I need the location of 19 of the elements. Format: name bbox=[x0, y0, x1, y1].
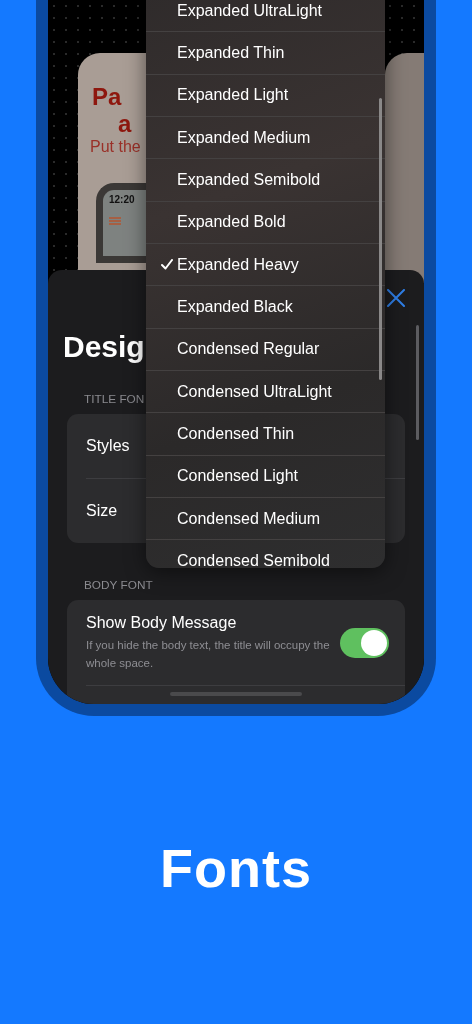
preview-title: Pa bbox=[92, 83, 123, 111]
close-button[interactable] bbox=[387, 289, 405, 307]
toggle-switch[interactable] bbox=[340, 627, 389, 658]
setting-label: Show Body Message bbox=[86, 613, 238, 633]
section-header: BODY FONT bbox=[84, 577, 153, 593]
menu-item[interactable]: Condensed Semibold bbox=[146, 540, 385, 568]
caption: Fonts bbox=[159, 838, 313, 898]
time-label: 12:20 bbox=[109, 194, 136, 206]
menu-item[interactable]: Expanded UltraLight bbox=[146, 0, 385, 33]
menu-item[interactable]: Condensed Thin bbox=[146, 413, 385, 456]
sheet-title: Desig bbox=[63, 329, 145, 365]
preview-subtitle: Put the bbox=[90, 137, 142, 157]
sliders-icon bbox=[109, 216, 121, 226]
menu-item[interactable]: Condensed Light bbox=[146, 455, 385, 498]
preview-title: a bbox=[117, 111, 133, 137]
section-header: TITLE FON bbox=[84, 391, 145, 407]
menu-item[interactable]: Condensed Medium bbox=[146, 497, 385, 541]
menu-item[interactable]: Expanded Thin bbox=[146, 32, 385, 75]
setting-description: If you hide the body text, the title will occupy the whole space. bbox=[86, 638, 330, 671]
